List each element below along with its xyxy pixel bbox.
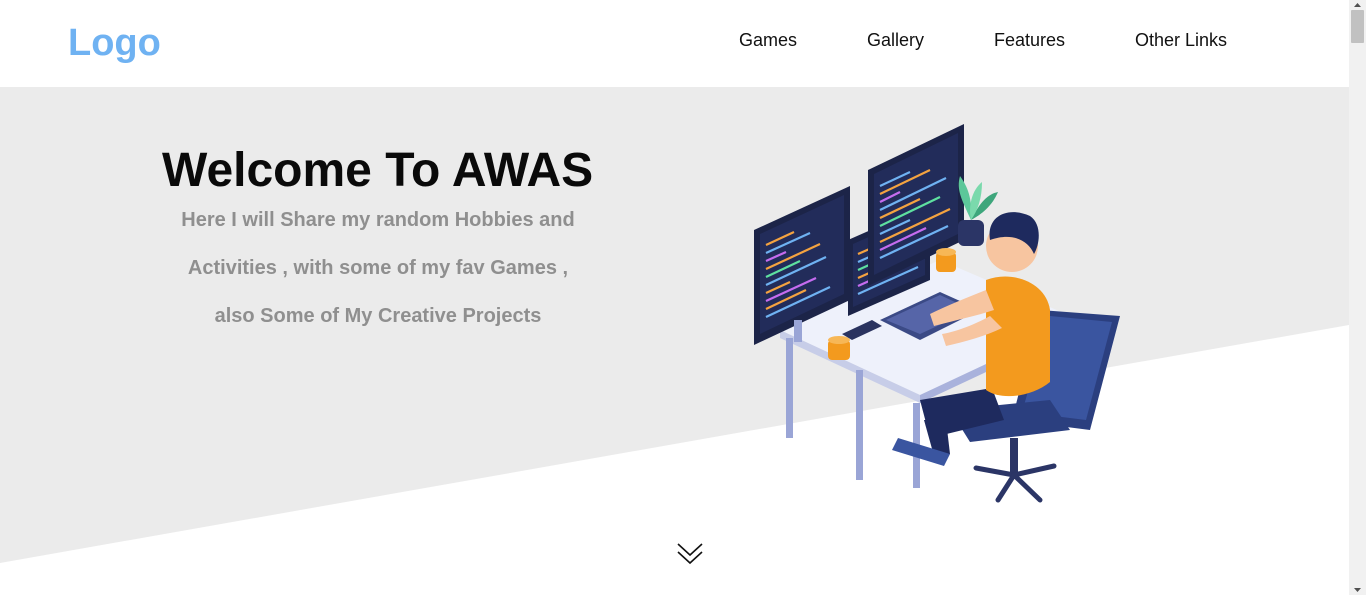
nav-link-gallery[interactable]: Gallery	[867, 30, 924, 51]
nav-link-features[interactable]: Features	[994, 30, 1065, 51]
scroll-up-arrow-icon[interactable]	[1349, 0, 1366, 10]
hero-subtitle-line-1: Here I will Share my random Hobbies and	[181, 209, 575, 231]
header: Logo Games Gallery Features Other Links	[0, 0, 1349, 87]
nav-link-games[interactable]: Games	[739, 30, 797, 51]
hero-title: Welcome To AWAS	[162, 144, 594, 197]
nav-link-other-links[interactable]: Other Links	[1135, 30, 1227, 51]
scroll-down-arrow-icon[interactable]	[1349, 585, 1366, 595]
hero-subtitle-line-3: also Some of My Creative Projects	[214, 305, 542, 327]
vertical-scrollbar[interactable]	[1349, 0, 1366, 595]
logo[interactable]: Logo	[68, 22, 161, 65]
developer-desk-illustration	[754, 124, 1120, 503]
hero-subtitle-line-2: Activities , with some of my fav Games ,	[187, 257, 569, 279]
scrollbar-thumb[interactable]	[1351, 10, 1364, 43]
page: Logo Games Gallery Features Other Links …	[0, 0, 1366, 595]
double-chevron-down-icon[interactable]	[676, 541, 704, 567]
